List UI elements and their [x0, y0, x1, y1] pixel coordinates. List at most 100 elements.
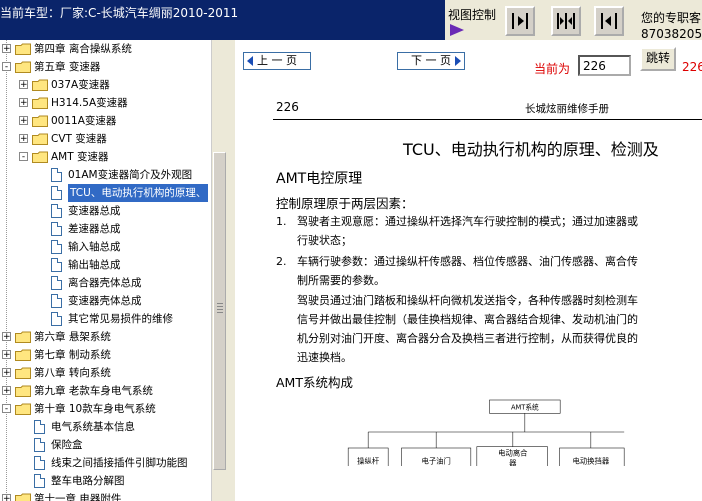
tree-item[interactable]: + 第十一章 电器附件 — [0, 490, 210, 501]
tree-item[interactable]: - AMT 变速器 — [0, 148, 210, 166]
panel-right-icon — [601, 13, 617, 29]
tree-item[interactable]: + CVT 变速器 — [0, 130, 210, 148]
tree-item[interactable]: +037A变速器 — [0, 76, 210, 94]
collapse-icon[interactable]: - — [2, 62, 11, 72]
tree-item-label: 第四章 离合操纵系统 — [34, 43, 132, 55]
tree-item[interactable]: +0011A变速器 — [0, 112, 210, 130]
go-to-page-button[interactable]: 跳转 — [640, 47, 676, 71]
folder-icon — [15, 367, 31, 379]
expand-icon[interactable]: + — [2, 386, 11, 396]
tree-scrollbar[interactable] — [211, 40, 228, 501]
prev-page-button[interactable]: 上 一 页 — [243, 52, 311, 70]
tree-item[interactable]: 离合器壳体总成 — [0, 274, 210, 292]
document-icon — [51, 222, 62, 236]
tree-item[interactable]: 01AM变速器简介及外观图 — [0, 166, 210, 184]
document-icon — [34, 474, 45, 488]
folder-icon — [32, 133, 48, 145]
section-heading-principle: AMT电控原理 — [276, 171, 363, 187]
show-left-panel-button[interactable] — [594, 6, 624, 36]
tree-item[interactable]: - 第十章 10款车身电气系统 — [0, 400, 210, 418]
tree-item[interactable]: 其它常见易损件的维修 — [0, 310, 210, 328]
panel-both-icon — [557, 13, 575, 29]
expand-icon[interactable]: + — [2, 494, 11, 501]
tree-item[interactable]: 整车电路分解图 — [0, 472, 210, 490]
show-both-panels-button[interactable] — [551, 6, 581, 36]
expand-icon[interactable]: + — [2, 368, 11, 378]
collapse-icon[interactable]: - — [2, 404, 11, 414]
diagram-box-shifter-text: 电动换挡器 — [573, 456, 610, 465]
diagram-root-text: AMT系统 — [511, 402, 539, 411]
document-icon — [51, 276, 62, 290]
folder-icon — [15, 61, 31, 73]
document-icon — [51, 240, 62, 254]
diagram-box-clutch-text-2: 器 — [509, 458, 517, 466]
scroll-grip-icon — [217, 303, 223, 313]
tree-item[interactable]: + H314.5A变速器 — [0, 94, 210, 112]
page-number: 226 — [276, 100, 299, 114]
contact-line-1: 您的专职客 — [641, 11, 702, 25]
tree-item[interactable]: 变速器总成 — [0, 202, 210, 220]
show-right-panel-button[interactable] — [505, 6, 535, 36]
expand-icon[interactable]: + — [19, 98, 28, 108]
tree-item[interactable]: 差速器总成 — [0, 220, 210, 238]
tree-item[interactable]: 线束之间插接插件引脚功能图 — [0, 454, 210, 472]
prev-page-label: 上 一 页 — [257, 54, 297, 67]
tree-item[interactable]: 变速器壳体总成 — [0, 292, 210, 310]
expand-icon[interactable]: + — [19, 116, 28, 126]
tree-item[interactable]: 保险盒 — [0, 436, 210, 454]
expand-icon[interactable]: + — [2, 350, 11, 360]
tree-item[interactable]: + 第四章 离合操纵系统 — [0, 40, 210, 58]
diagram-box-clutch-text-1: 电动离合 — [498, 448, 528, 457]
tree-item-label: CVT 变速器 — [51, 133, 107, 145]
tree-item-label: 电气系统基本信息 — [51, 421, 135, 433]
document-icon — [34, 420, 45, 434]
vehicle-title-text: 厂家:C-长城汽车绸丽2010-2011 — [60, 6, 239, 20]
page-navigation: 上 一 页 下 一 页 当前为 跳转 226 — [235, 40, 702, 96]
tree-item-label: 01AM变速器简介及外观图 — [68, 169, 193, 181]
page-number-input[interactable] — [578, 55, 631, 76]
document-panel: 上 一 页 下 一 页 当前为 跳转 226 226 长城炫丽维修手册 TCU、… — [235, 40, 702, 501]
panel-splitter[interactable] — [227, 40, 235, 501]
tree-item-label: 第八章 转向系统 — [34, 367, 111, 379]
book-title: 长城炫丽维修手册 — [525, 103, 609, 115]
tree-scroll-thumb[interactable] — [213, 152, 226, 470]
tree-item[interactable]: + 第九章 老款车身电气系统 — [0, 382, 210, 400]
tree-item-label: 整车电路分解图 — [51, 475, 125, 487]
top-bar: 当前车型：厂家:C-长城汽车绸丽2010-2011 视图控制 您的专职客 870… — [0, 0, 702, 42]
item-1-line-2: 行驶状态； — [297, 234, 352, 247]
tree-item[interactable]: + 第七章 制动系统 — [0, 346, 210, 364]
next-page-button[interactable]: 下 一 页 — [397, 52, 465, 70]
paragraph-line-2: 信号并做出最佳控制（最佳换档规律、离合器结合规律、发动机油门的 — [297, 313, 638, 326]
header-rule — [273, 119, 702, 120]
chapter-tree[interactable]: + 第四章 离合操纵系统 - 第五章 变速器 +037A变速器 + H314.5A变速器 +0… — [0, 40, 227, 501]
tree-item-label: 第十一章 电器附件 — [34, 493, 122, 501]
tree-item[interactable]: 电气系统基本信息 — [0, 418, 210, 436]
diagram-box-lever-text: 操纵杆 — [357, 456, 380, 465]
document-icon — [51, 294, 62, 308]
view-control-label: 视图控制 — [448, 8, 497, 22]
expand-icon[interactable]: + — [2, 44, 11, 54]
expand-icon[interactable]: + — [2, 332, 11, 342]
vehicle-title-prefix: 当前车型： — [0, 6, 61, 20]
collapse-icon[interactable]: - — [19, 152, 28, 162]
tree-item[interactable]: 输入轴总成 — [0, 238, 210, 256]
expand-icon[interactable]: + — [19, 80, 28, 90]
tree-item[interactable]: TCU、电动执行机构的原理、 — [0, 184, 210, 202]
tree-item-label: 第九章 老款车身电气系统 — [34, 385, 153, 397]
document-icon — [51, 168, 62, 182]
document-icon — [51, 312, 62, 326]
tree-item-label: 离合器壳体总成 — [68, 277, 142, 289]
manual-page: 226 长城炫丽维修手册 TCU、电动执行机构的原理、检测及 AMT电控原理 控… — [235, 96, 702, 501]
page-title: TCU、电动执行机构的原理、检测及 — [403, 140, 659, 159]
expand-icon[interactable]: + — [19, 134, 28, 144]
document-icon — [34, 438, 45, 452]
contact-info: 您的专职客 87038205 — [641, 10, 702, 42]
tree-item-label: 输出轴总成 — [68, 259, 121, 271]
tree-item-label: TCU、电动执行机构的原理、 — [68, 184, 209, 202]
document-icon — [51, 186, 62, 200]
tree-item[interactable]: + 第六章 悬架系统 — [0, 328, 210, 346]
tree-item[interactable]: + 第八章 转向系统 — [0, 364, 210, 382]
tree-item[interactable]: 输出轴总成 — [0, 256, 210, 274]
tree-item-label: AMT 变速器 — [51, 151, 109, 163]
tree-item[interactable]: - 第五章 变速器 — [0, 58, 210, 76]
